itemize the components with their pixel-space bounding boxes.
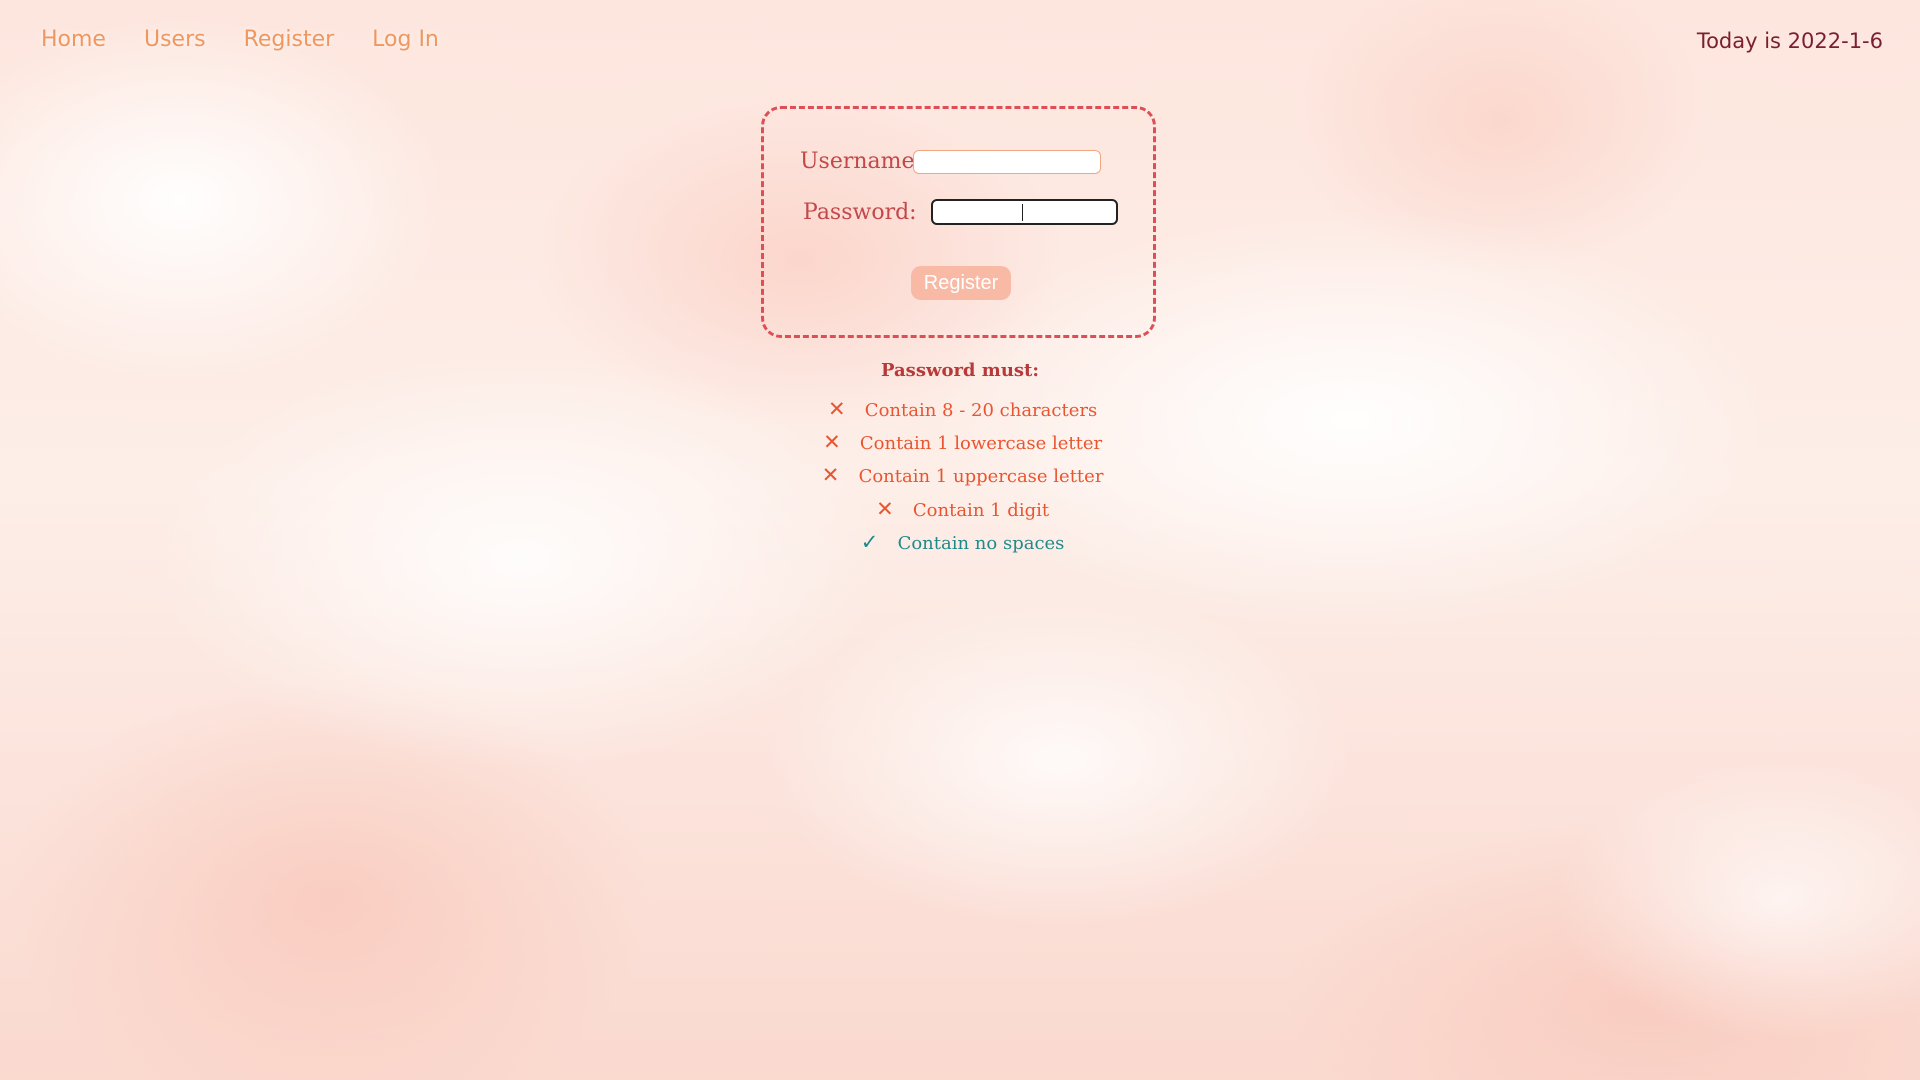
username-input[interactable] (913, 149, 1101, 174)
rule-text: Contain 1 lowercase letter (859, 433, 1103, 454)
nav-link-login[interactable]: Log In (372, 27, 439, 52)
password-label: Password: (803, 199, 917, 225)
rule-no-spaces: ✓ Contain no spaces (0, 530, 1920, 554)
rule-digit: ✕ Contain 1 digit (0, 497, 1920, 521)
password-input[interactable] (931, 199, 1118, 225)
text-caret (1022, 204, 1023, 221)
rule-lowercase: ✕ Contain 1 lowercase letter (0, 430, 1920, 454)
top-nav: Home Users Register Log In (41, 27, 439, 52)
rule-text: Contain 8 - 20 characters (864, 400, 1098, 421)
nav-link-users[interactable]: Users (144, 27, 206, 52)
register-button[interactable]: Register (911, 266, 1011, 300)
nav-link-home[interactable]: Home (41, 27, 106, 52)
today-date: Today is 2022-1-6 (1696, 29, 1883, 53)
rule-text: Contain 1 uppercase letter (858, 466, 1104, 487)
password-row: Password: (803, 199, 1118, 225)
rule-text: Contain 1 digit (912, 500, 1050, 521)
register-form: Username: Password: Register (761, 106, 1156, 338)
check-icon: ✓ (860, 530, 879, 554)
rule-uppercase: ✕ Contain 1 uppercase letter (0, 463, 1920, 487)
rule-text: Contain no spaces (897, 533, 1065, 554)
nav-link-register[interactable]: Register (244, 27, 335, 52)
x-icon: ✕ (876, 497, 894, 521)
x-icon: ✕ (821, 463, 840, 487)
x-icon: ✕ (827, 397, 846, 421)
x-icon: ✕ (823, 430, 841, 454)
rule-length: ✕ Contain 8 - 20 characters (0, 397, 1920, 421)
username-row: Username: (800, 149, 1101, 174)
username-label: Username: (800, 149, 922, 174)
password-rules-title: Password must: (880, 360, 1040, 381)
